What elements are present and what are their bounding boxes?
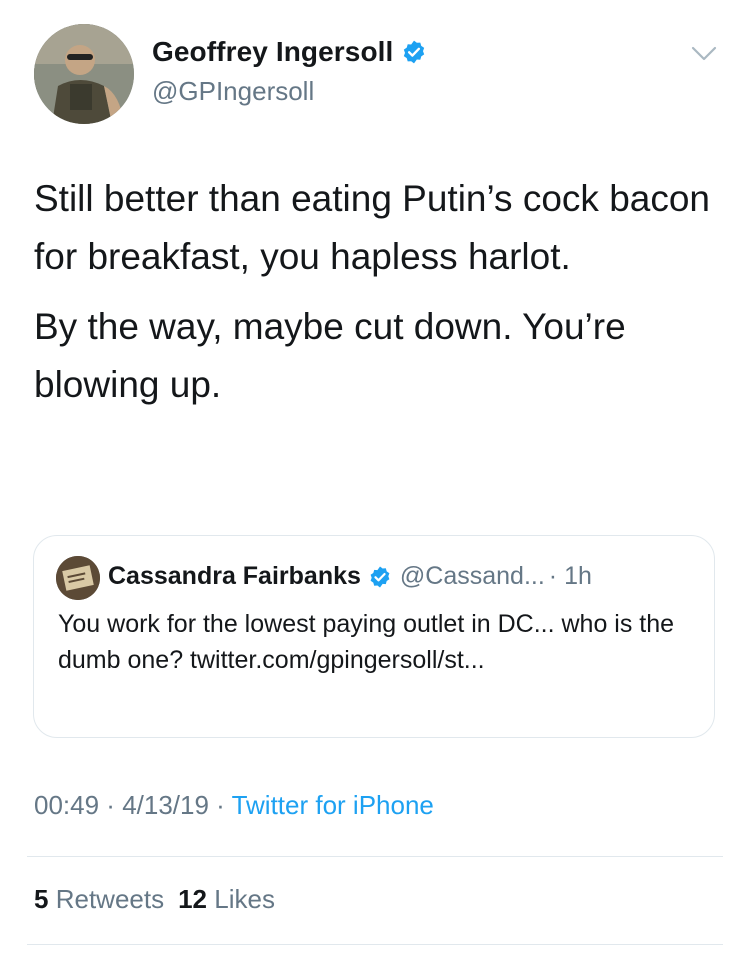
quoted-header: Cassandra Fairbanks @Cassand... · 1h	[108, 562, 592, 591]
likes-count: 12	[178, 884, 208, 914]
verified-badge-icon	[404, 40, 425, 64]
quoted-tweet-text: You work for the lowest paying outlet in…	[58, 610, 675, 674]
tweet-text: Still better than eating Putin’s cock ba…	[34, 170, 714, 414]
quoted-display-name: Cassandra Fairbanks	[108, 562, 361, 590]
divider	[27, 856, 723, 857]
author-display-name[interactable]: Geoffrey Ingersoll	[152, 36, 393, 68]
author-handle[interactable]: @GPIngersoll	[152, 76, 314, 107]
quoted-tweet-card[interactable]: Cassandra Fairbanks @Cassand... · 1h You…	[33, 535, 715, 738]
quoted-avatar-photo-icon	[56, 556, 100, 600]
tweet-time: 00:49	[34, 790, 100, 820]
author-avatar[interactable]	[34, 24, 134, 124]
tweet-paragraph: By the way, maybe cut down. You’re blowi…	[34, 306, 626, 405]
meta-separator: ·	[208, 790, 232, 820]
retweets-label: Retweets	[55, 884, 165, 914]
author-name-row: Geoffrey Ingersoll	[152, 36, 427, 68]
tweet-date: 4/13/19	[122, 790, 209, 820]
likes-stat[interactable]: 12 Likes	[178, 884, 275, 914]
likes-label: Likes	[214, 884, 275, 914]
retweets-stat[interactable]: 5 Retweets	[34, 884, 164, 914]
avatar-photo-icon	[34, 24, 134, 124]
tweet-meta: 00:49 · 4/13/19 · Twitter for iPhone	[34, 790, 434, 821]
quoted-handle: @Cassand...	[399, 562, 545, 590]
meta-separator: ·	[99, 790, 123, 820]
chevron-down-icon[interactable]	[690, 44, 718, 64]
verified-badge-icon	[370, 566, 390, 587]
retweets-count: 5	[34, 884, 49, 914]
tweet-stats: 5 Retweets 12 Likes	[34, 884, 275, 915]
divider	[27, 944, 723, 945]
tweet-source-link[interactable]: Twitter for iPhone	[232, 790, 434, 820]
quoted-author-avatar	[56, 556, 100, 600]
quoted-timestamp: · 1h	[548, 562, 592, 590]
tweet-paragraph: Still better than eating Putin’s cock ba…	[34, 178, 711, 277]
